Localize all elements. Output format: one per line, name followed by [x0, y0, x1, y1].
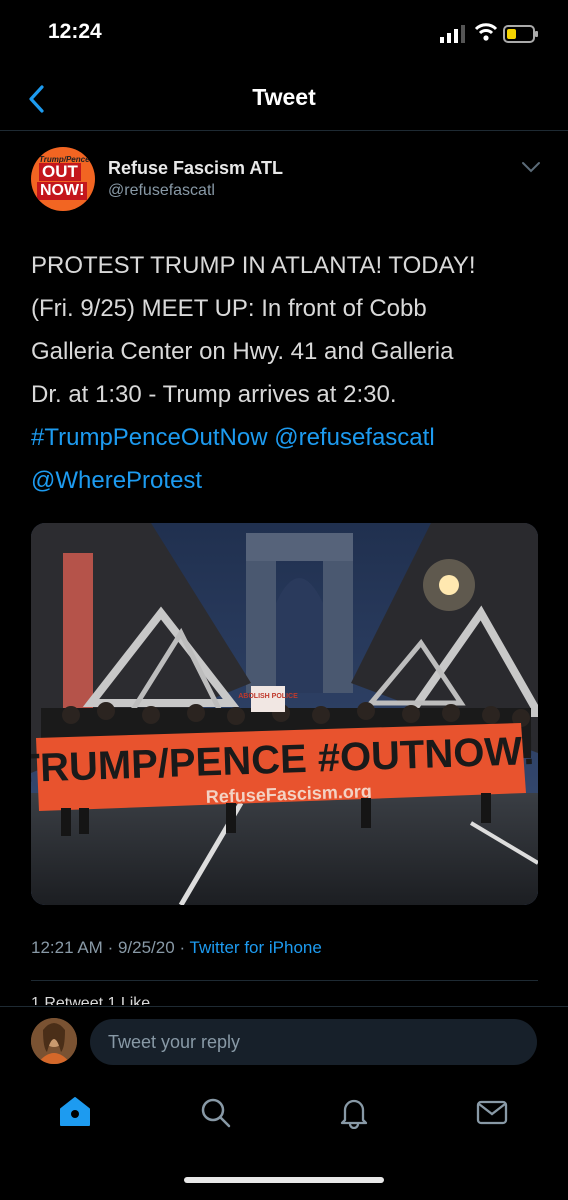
engagement-counts[interactable]: 1 Retweet 1 Like — [31, 995, 150, 1005]
meta-separator: · — [107, 938, 114, 957]
status-time: 12:24 — [48, 20, 102, 43]
current-user-avatar — [31, 1018, 77, 1064]
mention-link[interactable]: @refusefascatl — [274, 424, 434, 451]
mention-link-2[interactable]: @WhereProtest — [31, 467, 202, 494]
cellular-signal-icon — [440, 25, 465, 43]
wifi-icon — [474, 23, 498, 41]
protest-bridge-photo: ABOLISH POLICE TRUMP/PENCE #OUTNOW! Refu… — [31, 523, 538, 905]
tweet-line-3: Galleria Center on Hwy. 41 and Galleria — [31, 338, 454, 365]
tweet-text: PROTEST TRUMP IN ATLANTA! TODAY! (Fri. 9… — [31, 244, 551, 502]
notifications-icon[interactable] — [337, 1095, 371, 1129]
meta-separator-2: · — [179, 938, 186, 957]
author-handle[interactable]: @refusefascatl — [108, 182, 215, 200]
author-name[interactable]: Refuse Fascism ATL — [108, 158, 283, 179]
home-icon[interactable] — [58, 1095, 92, 1129]
author-avatar[interactable]: Trump/Pence OUT NOW! — [31, 147, 95, 211]
avatar-text-mid: OUT — [39, 163, 81, 181]
protest-sign-text: ABOLISH POLICE — [238, 693, 298, 700]
tweet-photo[interactable]: ABOLISH POLICE TRUMP/PENCE #OUTNOW! Refu… — [31, 523, 538, 905]
tweet-date: 9/25/20 — [117, 938, 175, 957]
avatar-text-bottom: NOW! — [37, 182, 88, 200]
search-icon[interactable] — [198, 1095, 232, 1129]
messages-icon[interactable] — [475, 1095, 509, 1129]
header-divider — [0, 130, 568, 131]
page-title: Tweet — [252, 84, 316, 110]
hashtag-link[interactable]: #TrumpPenceOutNow — [31, 424, 268, 451]
home-indicator[interactable] — [184, 1177, 384, 1183]
battery-icon — [503, 25, 538, 43]
tweet-source-link[interactable]: Twitter for iPhone — [190, 938, 322, 957]
reply-input[interactable] — [90, 1019, 537, 1065]
tweet-time: 12:21 AM — [31, 938, 103, 957]
tweet-line-4: Dr. at 1:30 - Trump arrives at 2:30. — [31, 381, 397, 408]
meta-divider — [31, 980, 538, 981]
tweet-line-2: (Fri. 9/25) MEET UP: In front of Cobb — [31, 295, 427, 322]
tweet-meta: 12:21 AM · 9/25/20 · Twitter for iPhone — [31, 938, 322, 958]
tweet-line-1: PROTEST TRUMP IN ATLANTA! TODAY! — [31, 252, 476, 279]
chevron-down-icon[interactable] — [520, 160, 542, 174]
